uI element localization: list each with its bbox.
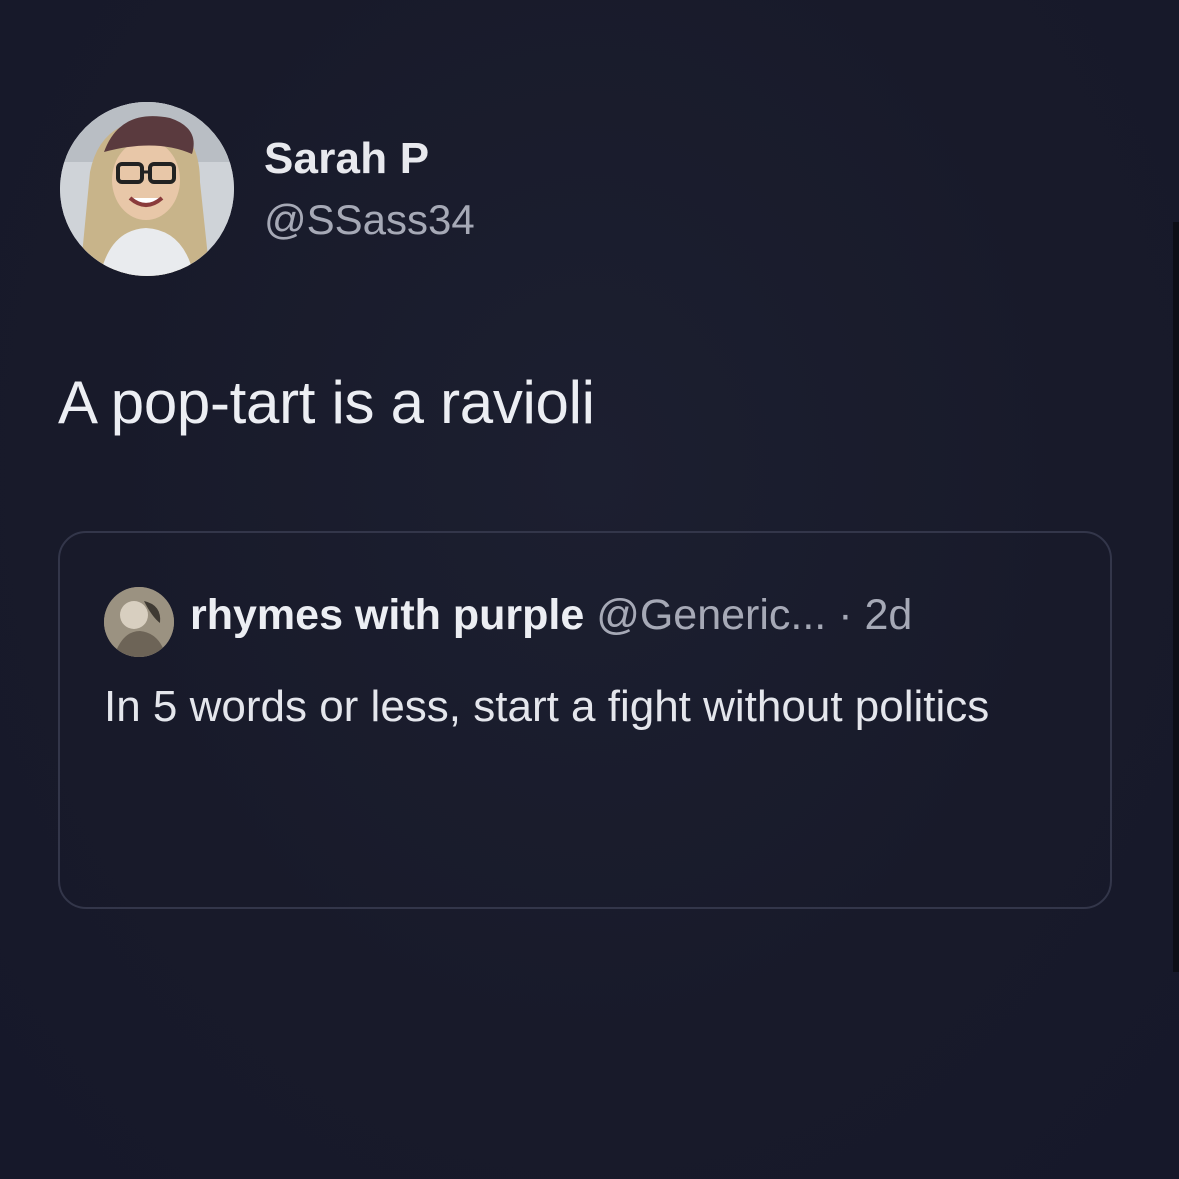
quoted-author-avatar[interactable]: [104, 587, 174, 657]
tweet-text: A pop-tart is a ravioli: [58, 369, 595, 436]
quoted-tweet-card[interactable]: rhymes with purple @Generic... · 2d In 5…: [58, 531, 1112, 909]
screen-edge: [1173, 222, 1179, 972]
header-separator: ·: [838, 591, 853, 639]
quoted-tweet-text: In 5 words or less, start a fight withou…: [104, 682, 990, 731]
author-handle[interactable]: @SSass34: [264, 196, 475, 244]
quoted-tweet-time[interactable]: 2d: [865, 591, 913, 639]
quoted-tweet-header: rhymes with purple @Generic... · 2d: [190, 591, 912, 640]
tweet: Sarah P @SSass34 A pop-tart is a ravioli…: [0, 0, 1179, 1179]
quoted-author-name[interactable]: rhymes with purple: [190, 591, 584, 639]
author-avatar[interactable]: [60, 102, 234, 276]
author-name[interactable]: Sarah P: [264, 134, 429, 184]
tweet-screenshot: Sarah P @SSass34 A pop-tart is a ravioli…: [0, 0, 1179, 1179]
quoted-author-handle[interactable]: @Generic...: [596, 591, 826, 639]
